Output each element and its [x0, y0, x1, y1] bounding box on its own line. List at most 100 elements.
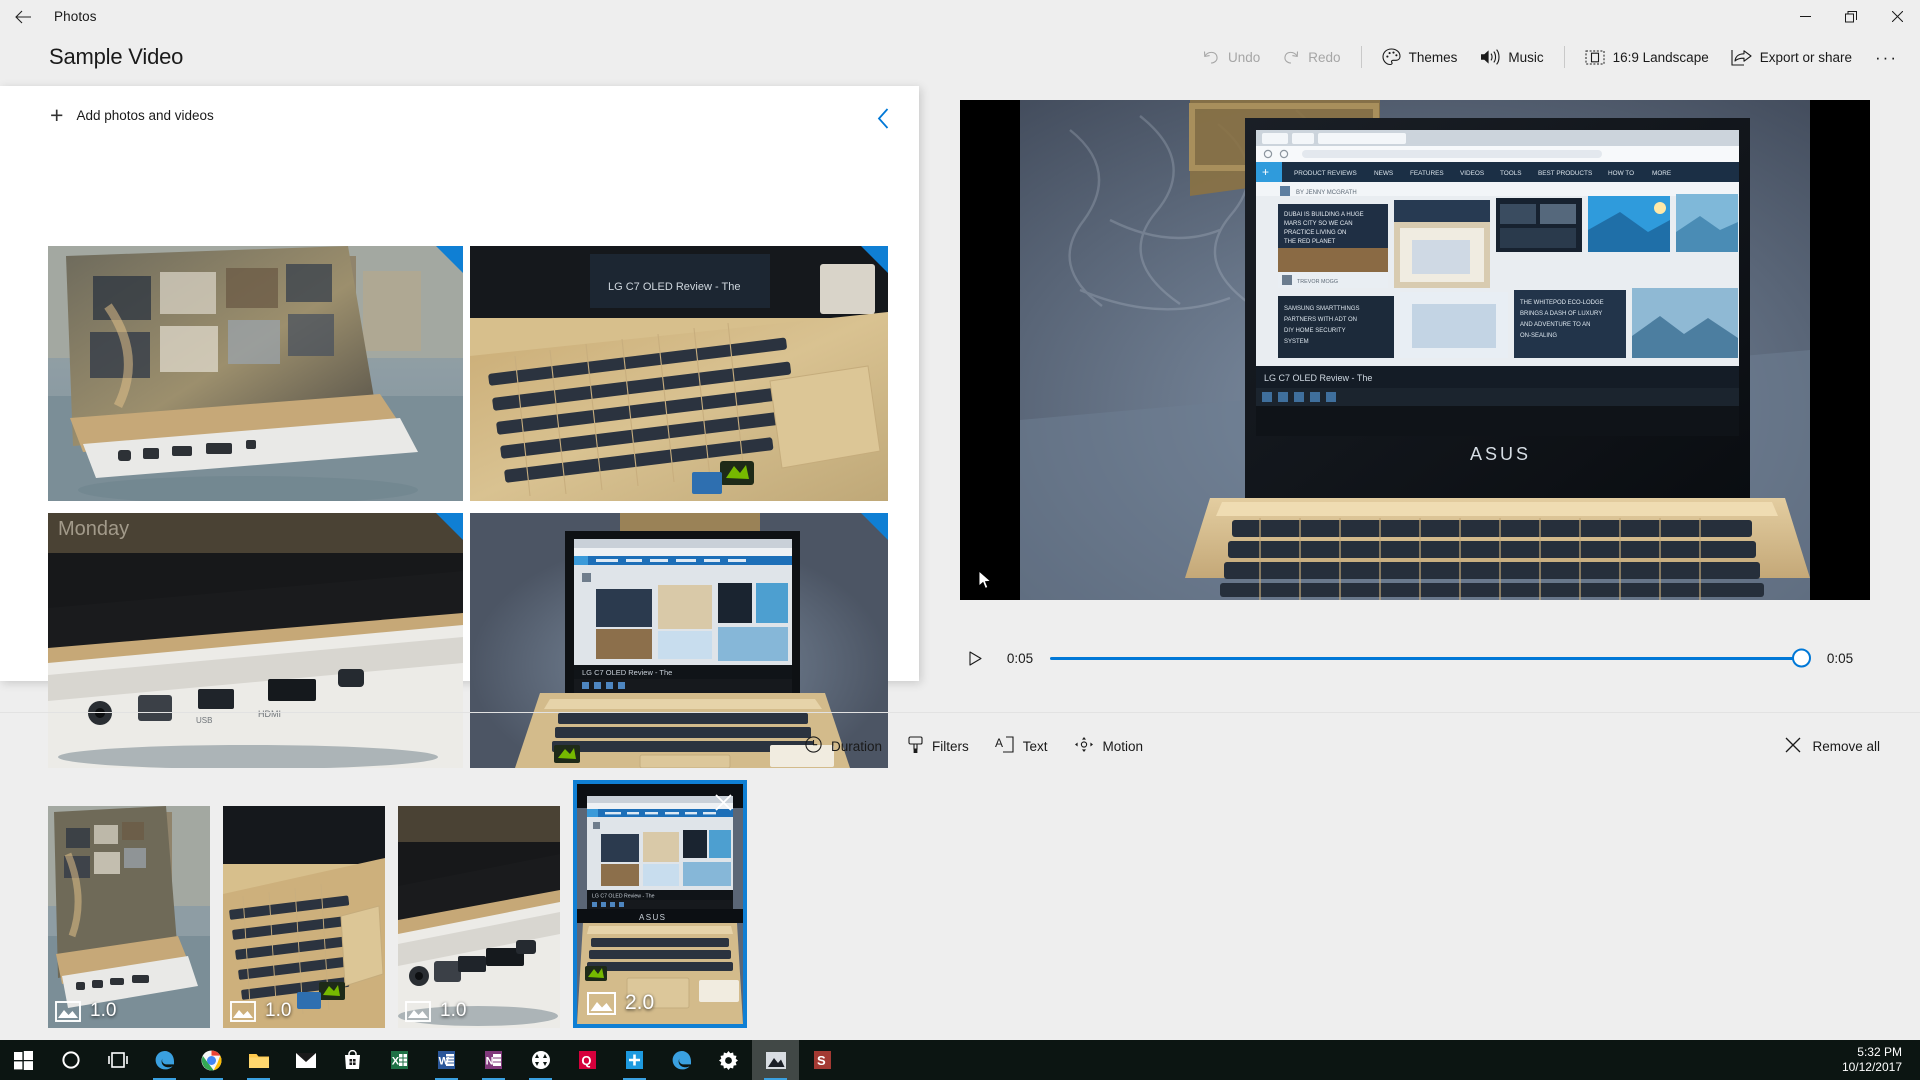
aspect-ratio-label: 16:9 Landscape — [1612, 49, 1709, 65]
svg-text:TREVOR MOGG: TREVOR MOGG — [1297, 279, 1338, 285]
library-item-laptop-keyboard-gold[interactable]: LG C7 OLED Review - The — [470, 246, 888, 501]
storyboard-tools-group: Duration Filters A Text Motion — [792, 728, 1156, 765]
laptop-screen-angle-thumb — [48, 806, 210, 1028]
redo-icon — [1282, 49, 1300, 65]
play-button[interactable] — [960, 643, 990, 673]
restore-button[interactable] — [1828, 0, 1874, 33]
storyboard-card-4-selected[interactable]: LG C7 OLED Review - The ASUS 2.0 — [573, 780, 747, 1028]
settings-button[interactable] — [705, 1040, 752, 1080]
share-icon — [1731, 49, 1752, 66]
word-button[interactable]: W — [423, 1040, 470, 1080]
photos-button[interactable] — [752, 1040, 799, 1080]
task-view-button[interactable] — [94, 1040, 141, 1080]
editor-header: Sample Video Undo Redo Themes Music 16:9… — [0, 33, 1920, 81]
used-indicator — [436, 246, 463, 273]
redo-button[interactable]: Redo — [1271, 38, 1351, 76]
storyboard-card-1[interactable]: 1.0 — [48, 806, 210, 1028]
storyboard-divider — [0, 712, 1920, 713]
seek-track-filled — [1050, 656, 1810, 660]
svg-text:FEATURES: FEATURES — [1410, 170, 1444, 177]
motion-button[interactable]: Motion — [1061, 728, 1157, 764]
store-button[interactable] — [329, 1040, 376, 1080]
toolbar-divider — [1360, 46, 1362, 68]
photo-icon — [55, 1000, 81, 1022]
close-icon — [1891, 11, 1903, 22]
seek-thumb[interactable] — [1792, 648, 1811, 668]
undo-button[interactable]: Undo — [1191, 38, 1271, 76]
music-button[interactable]: Music — [1468, 38, 1554, 76]
cortana-button[interactable] — [47, 1040, 94, 1080]
svg-text:LG C7 OLED Review - The: LG C7 OLED Review - The — [1264, 373, 1372, 383]
svg-text:MARS CITY SO WE CAN: MARS CITY SO WE CAN — [1284, 221, 1353, 227]
close-button[interactable] — [1874, 0, 1920, 33]
remove-all-label: Remove all — [1812, 738, 1880, 754]
aspect-ratio-button[interactable]: 16:9 Landscape — [1574, 38, 1720, 76]
svg-text:ASUS: ASUS — [639, 913, 666, 922]
svg-text:BEST PRODUCTS: BEST PRODUCTS — [1538, 170, 1592, 177]
system-tray: 5:32 PM 10/12/2017 — [1842, 1040, 1920, 1080]
svg-text:LG C7 OLED Review - The: LG C7 OLED Review - The — [582, 668, 672, 677]
chrome-icon — [201, 1050, 222, 1070]
remove-card-button[interactable] — [703, 784, 743, 820]
explorer-button[interactable] — [235, 1040, 282, 1080]
minimize-icon — [1799, 16, 1811, 17]
photos-video-editor-window: Photos Sample Video Undo Redo Themes Mus… — [0, 0, 1920, 1080]
themes-button[interactable]: Themes — [1371, 38, 1469, 76]
storyboard-card-2[interactable]: 1.0 — [223, 806, 385, 1028]
laptop-ports-closeup-thumb — [398, 806, 560, 1028]
svg-text:DUBAI IS BUILDING A HUGE: DUBAI IS BUILDING A HUGE — [1284, 212, 1364, 218]
export-share-label: Export or share — [1759, 49, 1853, 65]
media-icon — [531, 1051, 550, 1069]
word-icon: W — [438, 1051, 455, 1069]
more-options-button[interactable]: ··· — [1863, 38, 1910, 76]
add-photos-videos-button[interactable]: + Add photos and videos — [48, 97, 223, 134]
collapse-library-button[interactable] — [868, 103, 898, 133]
svg-text:Q: Q — [581, 1053, 591, 1068]
laptop-open-front-view-thumb: LG C7 OLED Review - The ASUS — [577, 784, 743, 1024]
start-button[interactable] — [0, 1040, 47, 1080]
remove-all-button[interactable]: Remove all — [1775, 729, 1890, 764]
media-button[interactable] — [517, 1040, 564, 1080]
onenote-icon: N — [485, 1051, 502, 1069]
text-icon: A — [995, 736, 1014, 756]
library-item-laptop-screen-angle[interactable] — [48, 246, 463, 501]
redo-label: Redo — [1308, 49, 1341, 65]
quicken-button[interactable]: Q — [564, 1040, 611, 1080]
sync-button[interactable] — [611, 1040, 658, 1080]
seek-slider[interactable] — [1050, 643, 1811, 673]
snagit-button[interactable]: S — [799, 1040, 846, 1080]
svg-text:LG C7 OLED Review - The: LG C7 OLED Review - The — [592, 894, 655, 900]
svg-text:W: W — [439, 1056, 450, 1068]
text-button[interactable]: A Text — [982, 728, 1061, 764]
edge2-button[interactable] — [658, 1040, 705, 1080]
excel-button[interactable]: X — [376, 1040, 423, 1080]
card-meta: 1.0 — [55, 1000, 116, 1022]
svg-text:HOW TO: HOW TO — [1608, 170, 1634, 177]
page-title: Sample Video — [49, 44, 184, 69]
cortana-icon — [61, 1051, 80, 1069]
svg-text:VIDEOS: VIDEOS — [1460, 170, 1484, 177]
chrome-button[interactable] — [188, 1040, 235, 1080]
card-meta: 1.0 — [405, 1000, 466, 1022]
export-share-button[interactable]: Export or share — [1720, 38, 1863, 76]
minimize-button[interactable] — [1782, 0, 1828, 33]
aspect-ratio-icon — [1585, 49, 1605, 66]
card-duration: 1.0 — [90, 1000, 117, 1021]
storyboard-card-3[interactable]: 1.0 — [398, 806, 560, 1028]
task-view-icon — [107, 1052, 128, 1068]
gear-icon — [719, 1050, 738, 1070]
preview-frame-asus-laptop-on-carpet: + PRODUCT REVIEWS NEWS FEATURES VIDEOS TOOL… — [960, 100, 1870, 600]
edge-button[interactable] — [141, 1040, 188, 1080]
taskbar-clock[interactable]: 5:32 PM 10/12/2017 — [1842, 1045, 1920, 1075]
svg-text:THE WHITEPOD ECO-LODGE: THE WHITEPOD ECO-LODGE — [1520, 300, 1604, 306]
filters-button[interactable]: Filters — [895, 728, 982, 765]
svg-text:NEWS: NEWS — [1374, 170, 1393, 177]
card-meta: 1.0 — [230, 1000, 291, 1022]
duration-button[interactable]: Duration — [792, 728, 895, 764]
video-stage[interactable]: + PRODUCT REVIEWS NEWS FEATURES VIDEOS TOOL… — [960, 100, 1870, 600]
back-button[interactable] — [0, 0, 46, 33]
mail-button[interactable] — [282, 1040, 329, 1080]
svg-text:LG C7 OLED Review - The: LG C7 OLED Review - The — [608, 281, 740, 293]
onenote-button[interactable]: N — [470, 1040, 517, 1080]
quicken-icon: Q — [579, 1051, 596, 1069]
